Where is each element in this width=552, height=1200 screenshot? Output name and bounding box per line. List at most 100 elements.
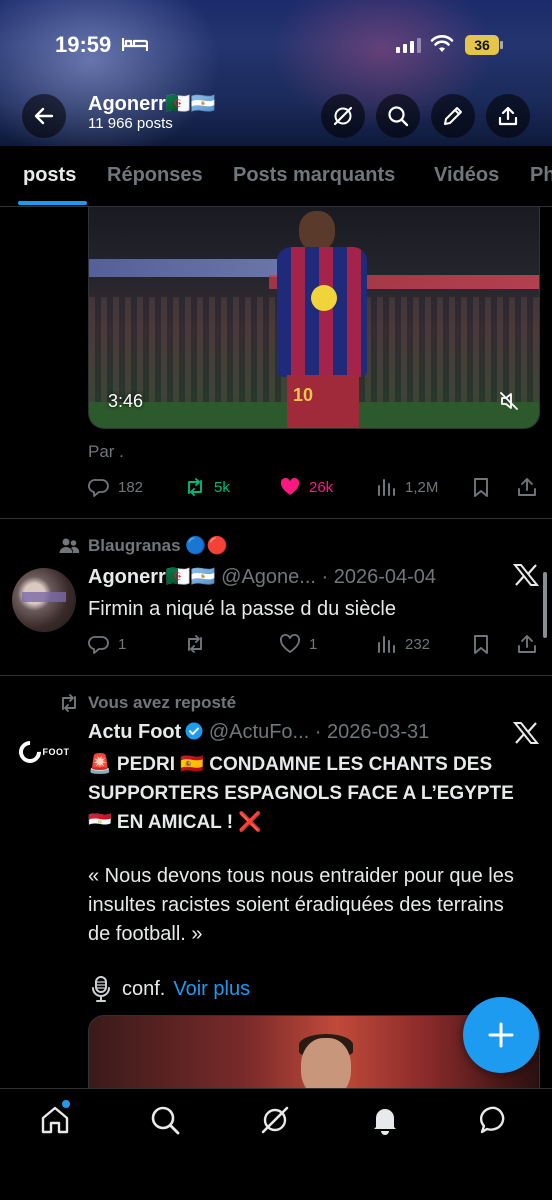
share-icon (518, 635, 536, 653)
plus-icon (488, 1022, 514, 1048)
share-icon (518, 478, 536, 496)
post-caption: Par . (88, 442, 124, 461)
heart-icon (280, 634, 300, 654)
post-author-line: Actu Foot @ActuFo... · 2026-03-31 (88, 721, 429, 744)
repost-button[interactable]: 5k (184, 476, 230, 498)
posts-count: 11 966 posts (88, 115, 173, 132)
profile-navbar: Agonerr🇩🇿🇦🇷 11 966 posts (0, 86, 552, 144)
reply-count: 182 (118, 478, 144, 496)
x-logo-icon[interactable] (513, 563, 539, 587)
microphone-icon (92, 976, 110, 1002)
repost-icon (188, 478, 202, 496)
nav-home[interactable] (38, 1103, 72, 1137)
x-logo-icon[interactable] (513, 721, 539, 745)
status-bar: 19:59 36 (0, 28, 552, 64)
reply-button[interactable]: 1 (88, 633, 126, 655)
avatar[interactable]: FOOT (12, 720, 76, 784)
post-text: Firmin a niqué la passe d du siècle (88, 598, 396, 620)
community-icon (59, 538, 80, 553)
views-button[interactable]: 1,2M (375, 476, 438, 498)
verified-icon (185, 722, 203, 740)
view-count: 1,2M (405, 478, 439, 496)
edit-button[interactable] (431, 94, 475, 138)
like-button[interactable]: 26k (279, 476, 333, 498)
share-post-button[interactable] (516, 633, 538, 655)
profile-name: Agonerr🇩🇿🇦🇷 (88, 93, 216, 115)
post-author-line: Agonerr🇩🇿🇦🇷 @Agone... · 2026-04-04 (88, 564, 436, 589)
bookmark-button[interactable] (470, 633, 492, 655)
search-icon (388, 106, 409, 127)
tab-photos[interactable]: Ph (530, 164, 552, 187)
like-count: 26k (309, 478, 334, 496)
share-icon (498, 106, 518, 126)
grok-button[interactable] (321, 94, 365, 138)
search-icon (151, 1106, 180, 1135)
video-player-figure: 10 (269, 207, 379, 428)
wifi-icon (430, 35, 454, 52)
like-count: 1 (309, 635, 318, 653)
scroll-indicator[interactable] (543, 572, 547, 638)
back-button[interactable] (22, 94, 66, 138)
compose-post-button[interactable] (463, 997, 539, 1073)
post-quote: « Nous devons tous nous entraider pour q… (88, 865, 514, 945)
post-headline: 🚨 PEDRI 🇪🇸 CONDAMNE LES CHANTS DES SUPPO… (88, 754, 514, 833)
views-icon (378, 636, 395, 653)
repost-icon (188, 635, 202, 653)
post-date: · 2026-04-04 (321, 566, 437, 588)
repost-context-label: Vous avez reposté (88, 693, 237, 712)
battery-level: 36 (465, 35, 499, 55)
like-button[interactable]: 1 (279, 633, 317, 655)
home-icon (41, 1106, 69, 1134)
author-handle[interactable]: @Agone... (221, 566, 316, 588)
post-date: · 2026-03-31 (314, 721, 430, 743)
tab-posts[interactable]: posts (23, 164, 76, 187)
bell-icon (374, 1109, 396, 1135)
post-more-line: conf. Voir plus (88, 975, 250, 1003)
mute-icon[interactable] (498, 390, 520, 412)
actu-foot-logo (13, 736, 46, 768)
author-name[interactable]: Agonerr🇩🇿🇦🇷 (88, 566, 216, 588)
author-name[interactable]: Actu Foot (88, 721, 181, 743)
share-post-button[interactable] (516, 476, 538, 498)
reply-button[interactable]: 182 (88, 476, 143, 498)
battery-indicator: 36 (465, 35, 503, 55)
jersey-number: 10 (293, 385, 314, 405)
more-prefix: conf. (122, 977, 166, 1000)
pencil-icon (444, 107, 462, 125)
tab-videos[interactable]: Vidéos (434, 164, 499, 187)
message-icon (479, 1106, 505, 1134)
repost-icon (62, 694, 76, 712)
nav-search[interactable] (148, 1103, 182, 1137)
tab-replies[interactable]: Réponses (107, 164, 203, 187)
status-time: 19:59 (55, 32, 112, 57)
post-actions: 1 1 232 (88, 633, 544, 659)
repost-button[interactable] (184, 633, 214, 655)
post-divider (0, 518, 552, 519)
avatar-logo-text: FOOT (42, 747, 70, 757)
bottom-navigation (0, 1088, 552, 1200)
nav-grok[interactable] (258, 1103, 292, 1137)
repost-context: Vous avez reposté (58, 692, 236, 714)
post-divider (0, 675, 552, 676)
author-handle[interactable]: @ActuFo... (209, 721, 309, 743)
profile-header-banner: 19:59 36 Agonerr🇩🇿🇦🇷 11 966 posts (0, 0, 552, 146)
show-more-link[interactable]: Voir plus (173, 978, 250, 1001)
community-context[interactable]: Blaugranas 🔵🔴 (58, 535, 228, 557)
post-actions: 182 5k 26k 1,2M (88, 476, 544, 502)
tab-highlights[interactable]: Posts marquants (233, 164, 395, 187)
bookmark-button[interactable] (470, 476, 492, 498)
grok-icon (333, 106, 353, 126)
search-button[interactable] (376, 94, 420, 138)
views-button[interactable]: 232 (375, 633, 430, 655)
avatar[interactable] (12, 568, 76, 632)
nav-notifications[interactable] (368, 1103, 402, 1137)
bookmark-icon (474, 635, 488, 654)
views-icon (378, 479, 395, 496)
share-button[interactable] (486, 94, 530, 138)
reply-count: 1 (118, 635, 127, 653)
post-video[interactable]: 10 (88, 207, 540, 429)
reply-icon (88, 479, 109, 497)
nav-messages[interactable] (478, 1103, 512, 1137)
repost-count: 5k (214, 478, 230, 496)
reply-icon (88, 636, 109, 654)
